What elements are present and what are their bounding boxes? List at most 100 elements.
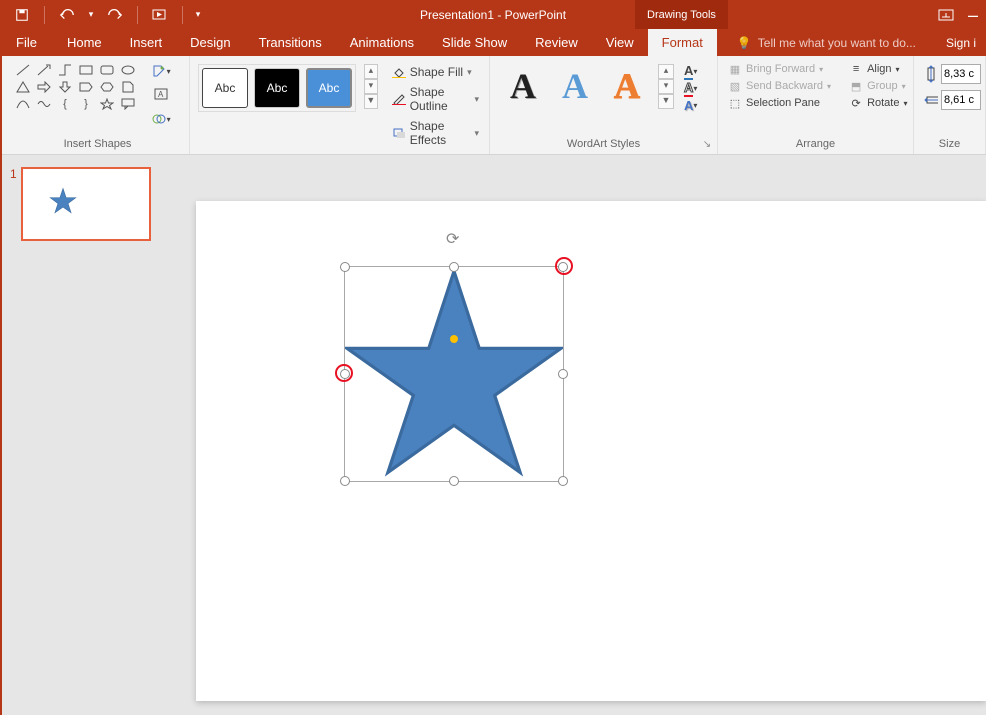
group-button[interactable]: ⬒Group ▾	[849, 79, 907, 93]
slide-canvas-area[interactable]: ⟳	[172, 155, 986, 715]
rotate-button[interactable]: ⟳Rotate ▾	[849, 96, 907, 110]
shape-brace-right-icon[interactable]: }	[77, 96, 95, 111]
shape-star-icon[interactable]	[98, 96, 116, 111]
text-effects-button[interactable]: A▾	[684, 98, 708, 113]
shape-brace-left-icon[interactable]: {	[56, 96, 74, 111]
shape-height-input[interactable]	[941, 64, 981, 84]
style-gallery-scroll[interactable]: ▴ ▾ ▼	[364, 64, 378, 109]
resize-handle-tm[interactable]	[449, 262, 459, 272]
wordart-style-2[interactable]: A	[552, 64, 598, 108]
shape-oval-icon[interactable]	[119, 62, 137, 77]
style-swatch-1[interactable]: Abc	[202, 68, 248, 108]
shape-width-input[interactable]	[941, 90, 981, 110]
tab-transitions[interactable]: Transitions	[245, 29, 336, 56]
merge-shapes-icon[interactable]: ▾	[150, 108, 172, 130]
shape-line-icon[interactable]	[14, 62, 32, 77]
scroll-down-icon[interactable]: ▾	[364, 79, 378, 94]
scroll-more-icon[interactable]: ▼	[364, 94, 378, 109]
paint-bucket-icon	[392, 65, 406, 79]
tab-review[interactable]: Review	[521, 29, 592, 56]
edit-shape-icon[interactable]: ▾	[150, 60, 172, 82]
wordart-style-3[interactable]: A	[604, 64, 650, 108]
group-label-size: Size	[914, 136, 985, 154]
save-button[interactable]	[8, 3, 36, 27]
shape-line-arrow-icon[interactable]	[35, 62, 53, 77]
text-box-icon[interactable]: A	[150, 84, 172, 106]
style-swatch-2[interactable]: Abc	[254, 68, 300, 108]
star-shape[interactable]	[345, 267, 563, 481]
slide-1[interactable]: ⟳	[196, 201, 986, 701]
group-arrange: ▦Bring Forward ▾ ▧Send Backward ▾ ⬚Selec…	[718, 56, 914, 154]
shape-curve-icon[interactable]	[14, 96, 32, 111]
shape-style-gallery[interactable]: Abc Abc Abc	[198, 64, 356, 112]
style-swatch-3[interactable]: Abc	[306, 68, 352, 108]
tab-animations[interactable]: Animations	[336, 29, 428, 56]
ribbon-display-icon[interactable]	[938, 9, 954, 21]
slide-thumbnail-1[interactable]	[21, 167, 151, 241]
wa-scroll-more-icon[interactable]: ▼	[658, 94, 674, 109]
tab-design[interactable]: Design	[176, 29, 244, 56]
shape-triangle-icon[interactable]	[14, 79, 32, 94]
shape-connector-icon[interactable]	[56, 62, 74, 77]
shape-adjustment-handle[interactable]	[450, 335, 458, 343]
shape-document-icon[interactable]	[119, 79, 137, 94]
send-backward-button[interactable]: ▧Send Backward ▾	[728, 79, 831, 93]
tab-file[interactable]: File	[0, 29, 53, 56]
selection-pane-button[interactable]: ⬚Selection Pane	[728, 96, 831, 110]
bring-forward-button[interactable]: ▦Bring Forward ▾	[728, 62, 831, 76]
undo-button[interactable]	[53, 3, 81, 27]
shape-effects-button[interactable]: Shape Effects▾	[390, 118, 481, 148]
shape-rounded-rect-icon[interactable]	[98, 62, 116, 77]
wordart-style-1[interactable]: A	[500, 64, 546, 108]
shape-hexagon-arrow-icon[interactable]	[98, 79, 116, 94]
shape-rectangle-icon[interactable]	[77, 62, 95, 77]
scroll-up-icon[interactable]: ▴	[364, 64, 378, 79]
tell-me-search[interactable]: 💡 Tell me what you want to do...	[737, 29, 917, 56]
group-label-arrange: Arrange	[718, 136, 913, 154]
selection-pane-icon: ⬚	[728, 96, 742, 110]
shape-selection-box[interactable]: ⟳	[344, 266, 564, 482]
shape-down-arrow-icon[interactable]	[56, 79, 74, 94]
tab-slideshow[interactable]: Slide Show	[428, 29, 521, 56]
shape-outline-button[interactable]: Shape Outline▾	[390, 84, 481, 114]
resize-handle-bm[interactable]	[449, 476, 459, 486]
resize-handle-br[interactable]	[558, 476, 568, 486]
tab-insert[interactable]: Insert	[116, 29, 177, 56]
wordart-gallery[interactable]: A A A ▴ ▾ ▼ A▾ A▾ A▾	[496, 60, 712, 117]
wa-scroll-down-icon[interactable]: ▾	[658, 79, 674, 94]
wordart-gallery-scroll[interactable]: ▴ ▾ ▼	[658, 64, 674, 109]
group-label-shapes: Insert Shapes	[6, 136, 189, 154]
shapes-gallery[interactable]: { }	[12, 60, 144, 113]
window-controls: –	[938, 9, 978, 21]
start-slideshow-button[interactable]	[146, 3, 174, 27]
rotation-handle-icon[interactable]: ⟳	[446, 229, 462, 245]
resize-handle-mr[interactable]	[558, 369, 568, 379]
resize-handle-tl[interactable]	[340, 262, 350, 272]
text-outline-button[interactable]: A▾	[684, 81, 708, 96]
quick-access-toolbar: ▾ ▾	[8, 3, 205, 27]
align-button[interactable]: ≡Align ▾	[849, 62, 907, 76]
height-icon	[924, 67, 938, 81]
shape-pentagon-arrow-icon[interactable]	[77, 79, 95, 94]
tab-home[interactable]: Home	[53, 29, 116, 56]
resize-handle-bl[interactable]	[340, 476, 350, 486]
undo-dropdown[interactable]: ▾	[85, 3, 97, 27]
ribbon: { } ▾ A ▾ Insert Shapes Abc Abc Abc	[0, 56, 986, 155]
redo-button[interactable]	[101, 3, 129, 27]
tab-format[interactable]: Format	[648, 29, 717, 56]
wordart-dialog-launcher-icon[interactable]: ↘	[701, 139, 713, 151]
slide-thumbnails-panel[interactable]: 1	[2, 155, 172, 715]
minimize-button[interactable]: –	[968, 10, 978, 20]
sign-in-link[interactable]: Sign i	[936, 29, 986, 56]
shape-right-arrow-icon[interactable]	[35, 79, 53, 94]
shape-wave-icon[interactable]	[35, 96, 53, 111]
qat-customize-dropdown[interactable]: ▾	[191, 3, 205, 27]
group-size: Size	[914, 56, 986, 154]
shape-fill-button[interactable]: Shape Fill▾	[390, 64, 481, 80]
tab-view[interactable]: View	[592, 29, 648, 56]
wa-scroll-up-icon[interactable]: ▴	[658, 64, 674, 79]
text-fill-button[interactable]: A▾	[684, 64, 708, 79]
annotation-red-circle-ml	[335, 364, 353, 382]
align-icon: ≡	[849, 62, 863, 76]
shape-callout-icon[interactable]	[119, 96, 137, 111]
